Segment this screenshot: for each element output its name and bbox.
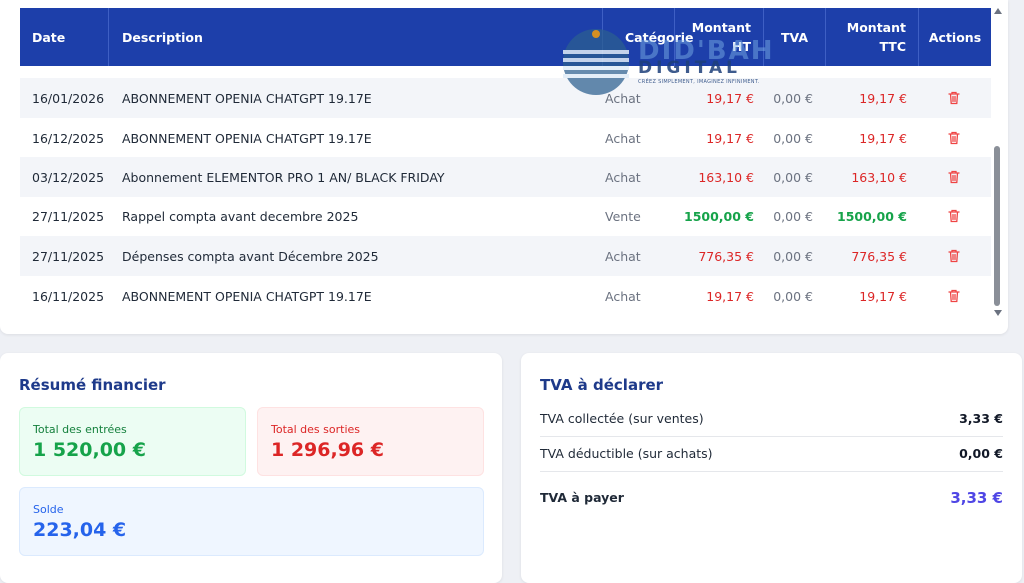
row-date: 27/11/2025 bbox=[32, 208, 105, 224]
table-row[interactable]: 27/11/2025 Rappel compta avant decembre … bbox=[20, 196, 991, 236]
row-description: Rappel compta avant decembre 2025 bbox=[122, 208, 359, 224]
row-category: Vente bbox=[605, 208, 641, 224]
row-tva: 0,00 € bbox=[773, 130, 813, 146]
header-actions: Actions bbox=[928, 29, 982, 45]
total-entries-value: 1 520,00 € bbox=[33, 439, 146, 461]
tva-payable-value: 3,33 € bbox=[950, 488, 1003, 507]
row-amount-ttc: 19,17 € bbox=[859, 90, 907, 106]
row-description: Abonnement ELEMENTOR PRO 1 AN/ BLACK FRI… bbox=[122, 169, 445, 185]
row-tva: 0,00 € bbox=[773, 208, 813, 224]
summary-title: Résumé financier bbox=[19, 376, 166, 394]
row-amount-ht: 163,10 € bbox=[698, 169, 754, 185]
tva-collected-row: TVA collectée (sur ventes) 3,33 € bbox=[540, 401, 1003, 437]
row-amount-ht: 19,17 € bbox=[706, 130, 754, 146]
table-row[interactable]: 16/11/2025 ABONNEMENT OPENIA CHATGPT 19.… bbox=[20, 276, 991, 316]
transactions-card: Date Description Catégorie Montant HT TVA… bbox=[0, 0, 1008, 334]
tva-payable-row: TVA à payer 3,33 € bbox=[540, 480, 1003, 515]
watermark-logo: DID'BAH DIGITAL CRÉEZ SIMPLEMENT, IMAGIN… bbox=[560, 28, 773, 98]
watermark-line2: DIGITAL bbox=[638, 58, 741, 78]
row-tva: 0,00 € bbox=[773, 288, 813, 304]
delete-button[interactable] bbox=[948, 236, 960, 276]
table-header: Date Description Catégorie Montant HT TVA… bbox=[20, 8, 991, 66]
delete-button[interactable] bbox=[948, 157, 960, 197]
row-date: 16/12/2025 bbox=[32, 130, 105, 146]
table-row[interactable]: 16/01/2026 ABONNEMENT OPENIA CHATGPT 19.… bbox=[20, 78, 991, 118]
table-body: 16/01/2026 ABONNEMENT OPENIA CHATGPT 19.… bbox=[20, 66, 991, 334]
tva-title: TVA à déclarer bbox=[540, 376, 664, 394]
logo-emblem-icon bbox=[563, 29, 629, 95]
tva-collected-value: 3,33 € bbox=[959, 411, 1003, 426]
row-category: Achat bbox=[605, 288, 641, 304]
trash-icon bbox=[948, 131, 960, 145]
delete-button[interactable] bbox=[948, 118, 960, 158]
tva-deductible-value: 0,00 € bbox=[959, 446, 1003, 461]
header-montant-ttc-line1: Montant bbox=[846, 20, 906, 35]
header-description[interactable]: Description bbox=[109, 8, 603, 66]
scroll-thumb[interactable] bbox=[994, 146, 1000, 306]
watermark-tagline: CRÉEZ SIMPLEMENT, IMAGINEZ INFINIMENT. bbox=[638, 79, 760, 85]
row-date: 16/01/2026 bbox=[32, 90, 105, 106]
row-date: 03/12/2025 bbox=[32, 169, 105, 185]
row-category: Achat bbox=[605, 248, 641, 264]
balance-box: Solde 223,04 € bbox=[19, 487, 484, 556]
row-tva: 0,00 € bbox=[773, 248, 813, 264]
trash-icon bbox=[948, 289, 960, 303]
tva-deductible-row: TVA déductible (sur achats) 0,00 € bbox=[540, 436, 1003, 472]
total-exits-label: Total des sorties bbox=[271, 423, 361, 436]
delete-button[interactable] bbox=[948, 276, 960, 316]
balance-value: 223,04 € bbox=[33, 519, 127, 541]
row-amount-ttc: 1500,00 € bbox=[837, 208, 907, 224]
total-exits-box: Total des sorties 1 296,96 € bbox=[257, 407, 484, 476]
row-description: Dépenses compta avant Décembre 2025 bbox=[122, 248, 379, 264]
scroll-up-arrow-icon[interactable] bbox=[994, 8, 1002, 14]
trash-icon bbox=[948, 209, 960, 223]
table-row[interactable]: 03/12/2025 Abonnement ELEMENTOR PRO 1 AN… bbox=[20, 157, 991, 197]
total-exits-value: 1 296,96 € bbox=[271, 439, 384, 461]
header-date[interactable]: Date bbox=[20, 8, 109, 66]
row-amount-ttc: 19,17 € bbox=[859, 130, 907, 146]
scroll-down-arrow-icon[interactable] bbox=[994, 310, 1002, 316]
row-amount-ht: 776,35 € bbox=[698, 248, 754, 264]
row-amount-ttc: 776,35 € bbox=[851, 248, 907, 264]
delete-button[interactable] bbox=[948, 78, 960, 118]
tva-card: TVA à déclarer TVA collectée (sur ventes… bbox=[521, 353, 1022, 583]
row-category: Achat bbox=[605, 169, 641, 185]
row-amount-ht: 1500,00 € bbox=[684, 208, 754, 224]
row-amount-ht: 19,17 € bbox=[706, 288, 754, 304]
row-tva: 0,00 € bbox=[773, 169, 813, 185]
header-montant-ttc-line2: TTC bbox=[879, 39, 906, 54]
delete-button[interactable] bbox=[948, 196, 960, 236]
row-amount-ttc: 163,10 € bbox=[851, 169, 907, 185]
trash-icon bbox=[948, 170, 960, 184]
table-scrollbar[interactable] bbox=[993, 8, 1003, 316]
total-entries-box: Total des entrées 1 520,00 € bbox=[19, 407, 246, 476]
header-montant-ttc[interactable]: Montant TTC bbox=[826, 8, 919, 66]
row-description: ABONNEMENT OPENIA CHATGPT 19.17E bbox=[122, 130, 372, 146]
row-description: ABONNEMENT OPENIA CHATGPT 19.17E bbox=[122, 90, 372, 106]
row-amount-ttc: 19,17 € bbox=[859, 288, 907, 304]
summary-card: Résumé financier Total des entrées 1 520… bbox=[0, 353, 502, 583]
table-row[interactable]: 27/11/2025 Dépenses compta avant Décembr… bbox=[20, 236, 991, 276]
table-row-partial bbox=[20, 66, 991, 76]
tva-payable-label: TVA à payer bbox=[540, 490, 624, 505]
row-category: Achat bbox=[605, 130, 641, 146]
row-date: 27/11/2025 bbox=[32, 248, 105, 264]
row-description: ABONNEMENT OPENIA CHATGPT 19.17E bbox=[122, 288, 372, 304]
balance-label: Solde bbox=[33, 503, 64, 516]
row-tva: 0,00 € bbox=[773, 90, 813, 106]
row-date: 16/11/2025 bbox=[32, 288, 105, 304]
trash-icon bbox=[948, 91, 960, 105]
tva-collected-label: TVA collectée (sur ventes) bbox=[540, 411, 704, 426]
table-row[interactable]: 16/12/2025 ABONNEMENT OPENIA CHATGPT 19.… bbox=[20, 118, 991, 158]
trash-icon bbox=[948, 249, 960, 263]
total-entries-label: Total des entrées bbox=[33, 423, 127, 436]
tva-deductible-label: TVA déductible (sur achats) bbox=[540, 446, 713, 461]
